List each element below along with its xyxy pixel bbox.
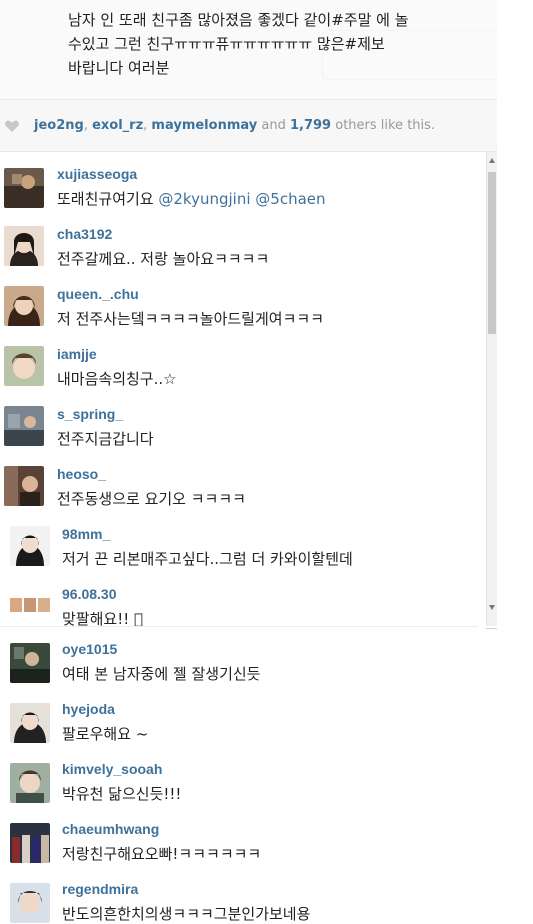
avatar[interactable] [10, 586, 50, 626]
comment-username[interactable]: oye1015 [62, 641, 117, 657]
comment-username[interactable]: cha3192 [57, 226, 112, 242]
likes-suffix: others like this. [335, 118, 436, 133]
like-user-link[interactable]: jeo2ng [34, 118, 84, 133]
avatar[interactable] [4, 346, 44, 386]
avatar[interactable] [4, 286, 44, 326]
comment-item: s_spring_ 전주지금갑니다 [0, 392, 480, 448]
comment-text: 반도의흔한치의생ㅋㅋㅋ그분인가보네용 [62, 905, 311, 923]
avatar[interactable] [10, 823, 50, 863]
comment-text: 저랑친구해요오빠!ㅋㅋㅋㅋㅋㅋ [62, 845, 262, 863]
caption-line-1: 남자 인 또래 친구좀 많아졌음 좋겠다 같이#주말 에 놀 [68, 11, 409, 29]
comment-text: 전주갈께요.. 저랑 놀아요ㅋㅋㅋㅋ [57, 250, 270, 268]
avatar[interactable] [4, 226, 44, 266]
likes-and: and [261, 118, 286, 133]
avatar[interactable] [10, 883, 50, 923]
comment-username[interactable]: iamjje [57, 346, 97, 362]
comment-text: 여태 본 남자중에 젤 잘생기신듯 [62, 665, 261, 683]
like-user-link[interactable]: maymelonmay [151, 118, 257, 133]
comment-item: iamjje 내마음속의칭구..☆ [0, 332, 480, 388]
avatar[interactable] [10, 526, 50, 566]
like-user-link[interactable]: exol_rz [92, 118, 143, 133]
comment-item: oye1015 여태 본 남자중에 젤 잘생기신듯 [0, 627, 478, 683]
comment-username[interactable]: regendmira [62, 881, 138, 897]
comment-username[interactable]: chaeumhwang [62, 821, 159, 837]
comment-item: regendmira 반도의흔한치의생ㅋㅋㅋ그분인가보네용 [0, 867, 478, 923]
comment-text: 내마음속의칭구..☆ [57, 370, 177, 388]
caption-text: 남자 인 또래 친구좀 많아졌음 좋겠다 같이#주말 에 놀 수있고 그런 친구… [68, 8, 496, 80]
caption-line-2: 수있고 그런 친구ㅠㅠㅠ퓨ㅠㅠㅠㅠㅠㅠ 많은#제보 [68, 35, 385, 53]
comments-list-upper[interactable]: xujiasseoga 또래친규여기요 @2kyungjini @5chaen … [0, 152, 486, 626]
scroll-thumb[interactable] [488, 172, 496, 334]
comment-username[interactable]: xujiasseoga [57, 166, 137, 182]
comment-item: hyejoda 팔로우해요 ~ [0, 687, 478, 743]
comment-text: 맞팔해요!! 󾌵 [62, 610, 143, 626]
comment-username[interactable]: 96.08.30 [62, 586, 117, 602]
avatar[interactable] [10, 703, 50, 743]
comment-username[interactable]: queen._.chu [57, 286, 139, 302]
comment-mentions[interactable]: @2kyungjini @5chaen [158, 190, 325, 208]
comment-item: heoso_ 전주동생으로 요기오 ㅋㅋㅋㅋ [0, 452, 480, 508]
scroll-up-arrow-icon[interactable] [489, 158, 495, 163]
likes-bar: jeo2ng, exol_rz, maymelonmay and 1,799 o… [0, 100, 497, 152]
comment-username[interactable]: heoso_ [57, 466, 106, 482]
avatar[interactable] [4, 466, 44, 506]
comment-text: 또래친규여기요 @2kyungjini @5chaen [57, 190, 326, 208]
comment-text: 전주동생으로 요기오 ㅋㅋㅋㅋ [57, 490, 246, 508]
avatar[interactable] [4, 168, 44, 208]
comment-text: 팔로우해요 ~ [62, 725, 149, 743]
comment-username[interactable]: hyejoda [62, 701, 115, 717]
comment-item: cha3192 전주갈께요.. 저랑 놀아요ㅋㅋㅋㅋ [0, 212, 480, 268]
comment-text: 박유천 닮으신듯!!! [62, 785, 182, 803]
comment-username[interactable]: kimvely_sooah [62, 761, 162, 777]
comment-item: kimvely_sooah 박유천 닮으신듯!!! [0, 747, 478, 803]
scroll-down-arrow-icon[interactable] [489, 605, 495, 610]
comment-text: 저 전주사는뎈ㅋㅋㅋㅋ놀아드릴게여ㅋㅋㅋ [57, 310, 324, 328]
comment-username[interactable]: s_spring_ [57, 406, 123, 422]
comment-username[interactable]: 98mm_ [62, 526, 110, 542]
comment-item: xujiasseoga 또래친규여기요 @2kyungjini @5chaen [0, 152, 480, 208]
likes-count[interactable]: 1,799 [290, 118, 331, 133]
comment-item: chaeumhwang 저랑친구해요오빠!ㅋㅋㅋㅋㅋㅋ [0, 807, 478, 863]
comments-scrollbar[interactable] [486, 152, 497, 626]
post-caption: 남자 인 또래 친구좀 많아졌음 좋겠다 같이#주말 에 놀 수있고 그런 친구… [0, 0, 502, 100]
avatar[interactable] [10, 763, 50, 803]
right-margin [497, 0, 533, 924]
avatar[interactable] [4, 406, 44, 446]
heart-icon[interactable] [4, 118, 20, 134]
comment-item: 98mm_ 저거 끈 리본매주고싶다..그럼 더 카와이할텐데 [0, 512, 480, 568]
comments-list-lower[interactable]: oye1015 여태 본 남자중에 젤 잘생기신듯 hyejoda 팔로우해요 … [0, 626, 478, 924]
comment-text: 전주지금갑니다 [57, 430, 154, 448]
comment-item: 96.08.30 맞팔해요!! 󾌵 [0, 572, 480, 626]
avatar[interactable] [10, 643, 50, 683]
caption-line-3: 바랍니다 여러분 [68, 59, 170, 77]
comment-text: 저거 끈 리본매주고싶다..그럼 더 카와이할텐데 [62, 550, 353, 568]
comment-item: queen._.chu 저 전주사는뎈ㅋㅋㅋㅋ놀아드릴게여ㅋㅋㅋ [0, 272, 480, 328]
